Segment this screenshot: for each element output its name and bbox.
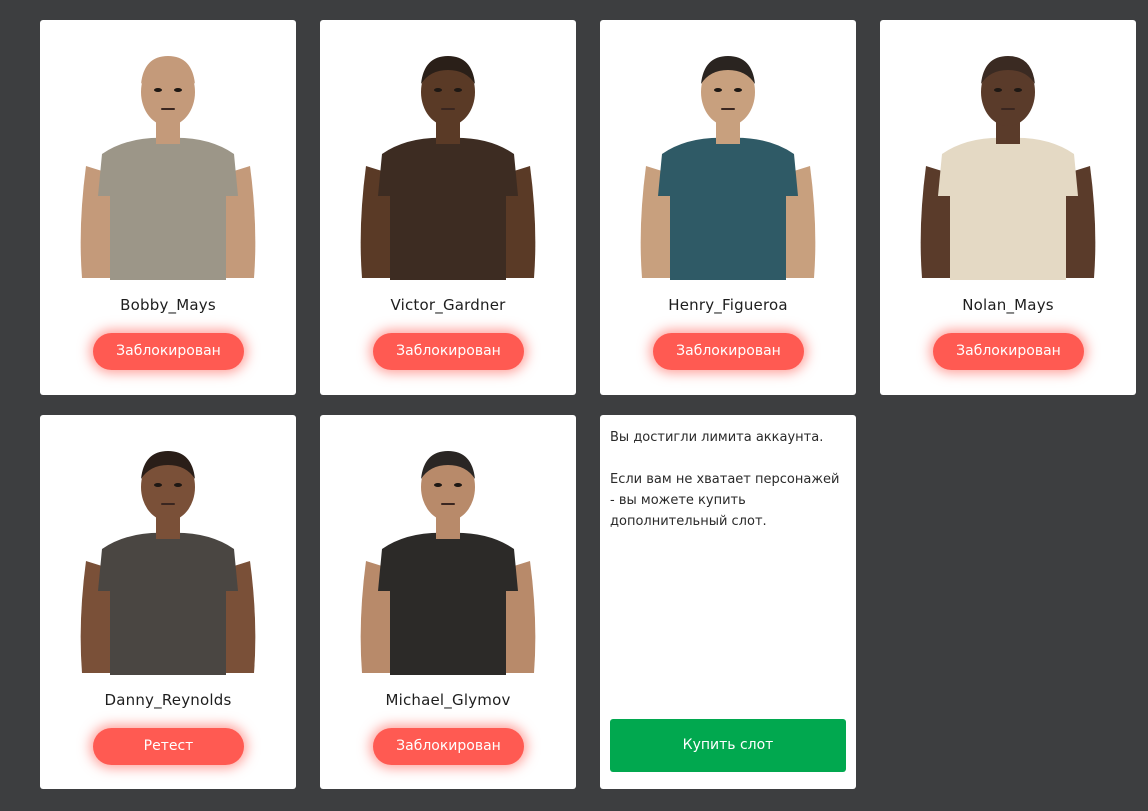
character-card[interactable]: Michael_Glymov Заблокирован <box>320 415 576 789</box>
status-button[interactable]: Ретест <box>93 728 244 765</box>
character-card[interactable]: Victor_Gardner Заблокирован <box>320 20 576 395</box>
character-name: Bobby_Mays <box>120 296 216 314</box>
character-figure <box>80 56 256 280</box>
character-card[interactable]: Danny_Reynolds Ретест <box>40 415 296 789</box>
right-eye <box>454 88 462 92</box>
character-figure <box>360 451 536 675</box>
character-portrait <box>68 46 268 282</box>
character-card[interactable]: Nolan_Mays Заблокирован <box>880 20 1136 395</box>
buy-slot-button[interactable]: Купить слот <box>610 719 846 772</box>
torso <box>378 137 518 280</box>
character-grid: Bobby_Mays Заблокирован Victor_Gardner З… <box>40 20 1136 789</box>
character-portrait <box>348 46 548 282</box>
character-name: Nolan_Mays <box>962 296 1054 314</box>
torso <box>658 137 798 280</box>
left-eye <box>434 88 442 92</box>
right-eye <box>734 88 742 92</box>
limit-message-title: Вы достигли лимита аккаунта. <box>610 430 824 445</box>
right-eye <box>454 483 462 487</box>
character-name: Danny_Reynolds <box>104 691 232 709</box>
character-name: Michael_Glymov <box>385 691 511 709</box>
character-figure <box>80 451 256 675</box>
right-eye <box>1014 88 1022 92</box>
torso <box>938 137 1078 280</box>
status-button[interactable]: Заблокирован <box>373 728 524 765</box>
torso <box>98 137 238 280</box>
account-limit-panel: Вы достигли лимита аккаунта. Если вам не… <box>600 415 856 789</box>
character-card[interactable]: Henry_Figueroa Заблокирован <box>600 20 856 395</box>
limit-message-hint: Если вам не хватает персонажей - вы може… <box>610 472 840 529</box>
mouth <box>1001 108 1015 110</box>
character-portrait <box>348 441 548 677</box>
left-eye <box>434 483 442 487</box>
character-figure <box>360 56 536 280</box>
right-eye <box>174 88 182 92</box>
status-button[interactable]: Заблокирован <box>93 333 244 370</box>
character-portrait <box>628 46 828 282</box>
character-portrait <box>908 46 1108 282</box>
limit-message: Вы достигли лимита аккаунта. Если вам не… <box>610 427 846 532</box>
left-eye <box>154 88 162 92</box>
right-eye <box>174 483 182 487</box>
mouth <box>441 108 455 110</box>
character-figure <box>920 56 1096 280</box>
status-button[interactable]: Заблокирован <box>373 333 524 370</box>
mouth <box>161 108 175 110</box>
character-card[interactable]: Bobby_Mays Заблокирован <box>40 20 296 395</box>
character-portrait <box>68 441 268 677</box>
mouth <box>161 503 175 505</box>
left-eye <box>154 483 162 487</box>
status-button[interactable]: Заблокирован <box>653 333 804 370</box>
left-eye <box>714 88 722 92</box>
status-button[interactable]: Заблокирован <box>933 333 1084 370</box>
mouth <box>721 108 735 110</box>
character-name: Victor_Gardner <box>390 296 506 314</box>
character-name: Henry_Figueroa <box>668 296 788 314</box>
mouth <box>441 503 455 505</box>
torso <box>378 532 518 675</box>
torso <box>98 532 238 675</box>
left-eye <box>994 88 1002 92</box>
character-figure <box>640 56 816 280</box>
